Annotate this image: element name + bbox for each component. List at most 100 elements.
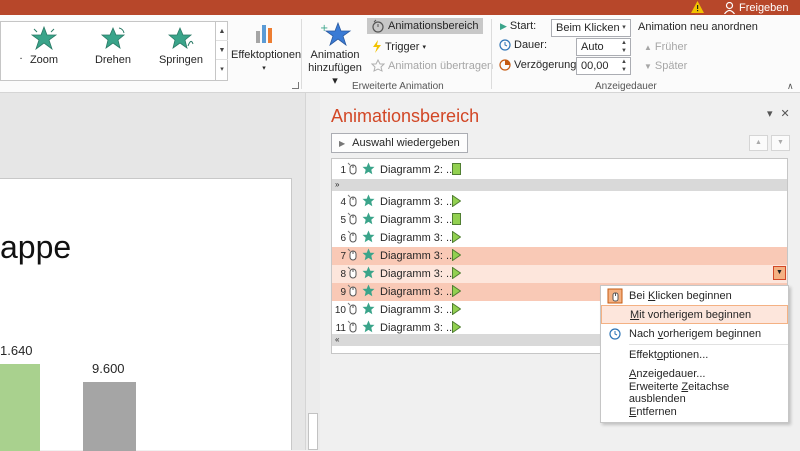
start-label: Start: xyxy=(509,20,537,32)
star-effect-icon xyxy=(362,212,375,225)
vertical-scrollbar[interactable] xyxy=(305,93,320,450)
spinner-icon[interactable]: ▲ ▼ xyxy=(618,39,630,55)
timeline-triangle-icon xyxy=(452,230,462,243)
scrollbar-thumb[interactable] xyxy=(308,413,318,450)
gallery-more-icon[interactable]: ▾ xyxy=(216,60,228,79)
animation-number: 9 xyxy=(340,286,346,298)
mouse-icon xyxy=(347,320,357,333)
mouse-icon xyxy=(347,248,357,261)
animation-gallery: . Zoom Drehen Springen ▲ ▼ ▾ xyxy=(0,21,228,81)
expand-icon[interactable]: » xyxy=(332,179,787,191)
animation-item[interactable]: 1 Diagramm 2: ... xyxy=(332,161,787,179)
slide-title[interactable]: appe xyxy=(0,229,71,266)
animation-painter-button[interactable]: Animation übertragen xyxy=(371,59,493,72)
dialog-launcher-icon[interactable] xyxy=(292,82,299,89)
duration-value: Auto xyxy=(581,41,604,53)
animation-number: 11 xyxy=(335,322,346,334)
add-animation-star-icon: + xyxy=(320,21,352,47)
effect-options-label: Effektoptionen xyxy=(231,49,302,61)
play-selection-label: Auswahl wiedergeben xyxy=(352,137,460,149)
animation-item[interactable]: 7 Diagramm 3: ... xyxy=(332,247,787,265)
play-icon: ▶ xyxy=(500,20,507,31)
duration-label-row: Dauer: xyxy=(499,39,547,51)
title-bar: Freigeben xyxy=(0,0,800,15)
star-effect-icon xyxy=(362,284,375,297)
mouse-icon xyxy=(347,302,357,315)
triangle-down-icon: ▼ xyxy=(644,61,652,71)
menu-item-with-previous[interactable]: Mit vorherigem beginnen xyxy=(601,305,788,324)
timeline-bar xyxy=(452,212,461,228)
animation-label: Diagramm 3: ... xyxy=(380,232,452,244)
share-label: Freigeben xyxy=(739,1,789,14)
menu-item-remove[interactable]: Entfernen xyxy=(601,402,788,421)
mouse-icon xyxy=(347,284,357,297)
duration-label: Dauer: xyxy=(514,39,548,51)
group-separator xyxy=(491,19,492,89)
slide-editor: appe 1.640 9.600 xyxy=(0,93,305,451)
move-up-button[interactable]: ▲ xyxy=(749,135,768,151)
effect-options-button[interactable]: Effektoptionen ▾ xyxy=(231,21,301,75)
gallery-down-icon[interactable]: ▼ xyxy=(216,41,228,60)
animation-label: Diagramm 3: ... xyxy=(380,196,452,208)
mouse-icon xyxy=(347,212,357,225)
share-button[interactable]: Freigeben xyxy=(718,0,795,15)
close-icon[interactable]: ✕ xyxy=(781,107,790,120)
animation-number: 10 xyxy=(334,304,346,316)
timeline-bar xyxy=(452,266,462,282)
animation-pane-icon xyxy=(372,19,384,33)
item-dropdown-icon[interactable]: ▼ xyxy=(773,266,786,280)
start-dropdown[interactable]: Beim Klicken ▾ xyxy=(551,19,631,37)
move-down-button[interactable]: ▼ xyxy=(771,135,790,151)
spinner-icon[interactable]: ▲ ▼ xyxy=(618,58,630,74)
animation-item[interactable]: 8 Diagramm 3: ... ▼ xyxy=(332,265,787,283)
move-earlier-button[interactable]: ▲ Früher xyxy=(644,41,687,53)
timeline-bar xyxy=(452,302,462,318)
clock-icon xyxy=(499,39,511,51)
timeline-bar xyxy=(452,162,461,178)
delay-input[interactable]: 00,00 ▲ ▼ xyxy=(576,57,631,75)
gallery-item-bounce[interactable]: Springen xyxy=(151,26,211,66)
trigger-button[interactable]: Trigger ▾ xyxy=(372,40,426,53)
start-value: Beim Klicken xyxy=(556,22,620,34)
play-selection-button[interactable]: ▶ Auswahl wiedergeben xyxy=(331,133,468,153)
menu-item-on-click[interactable]: Bei Klicken beginnen xyxy=(601,286,788,305)
bar-data-label: 9.600 xyxy=(92,361,125,376)
star-effect-icon xyxy=(362,266,375,279)
duration-input[interactable]: Auto ▲ ▼ xyxy=(576,38,631,56)
animation-pane-button[interactable]: Animationsbereich xyxy=(367,18,483,34)
animation-number: 6 xyxy=(340,232,346,244)
animation-label: Diagramm 3: ... xyxy=(380,286,452,298)
pane-title: Animationsbereich xyxy=(331,106,480,126)
animation-item[interactable]: 6 Diagramm 3: ... xyxy=(332,229,787,247)
menu-item-hide-timeline[interactable]: Erweiterte Zeitachse ausblenden xyxy=(601,381,788,405)
timeline-block-icon xyxy=(452,212,461,225)
chevron-down-icon[interactable]: ▾ xyxy=(618,20,630,36)
animation-item[interactable]: 5 Diagramm 3: ... xyxy=(332,211,787,229)
context-menu: Bei Klicken beginnen Mit vorherigem begi… xyxy=(600,285,789,423)
delay-value: 00,00 xyxy=(581,60,609,72)
move-later-button[interactable]: ▼ Später xyxy=(644,60,687,72)
delay-label: Verzögerung: xyxy=(514,59,580,71)
warning-icon[interactable] xyxy=(691,1,704,13)
animation-label: Diagramm 2: ... xyxy=(380,164,452,176)
menu-item-after-previous[interactable]: Nach vorherigem beginnen xyxy=(601,324,788,343)
chart-bar[interactable] xyxy=(83,382,136,451)
slide-canvas[interactable]: appe 1.640 9.600 xyxy=(0,178,292,451)
gallery-up-icon[interactable]: ▲ xyxy=(216,22,228,41)
add-animation-button[interactable]: + Animation hinzufügen ▾ xyxy=(306,21,364,88)
trigger-label: Trigger xyxy=(385,40,420,53)
chart-bar[interactable] xyxy=(0,364,40,451)
menu-item-effect-options[interactable]: Effektoptionen... xyxy=(601,345,788,364)
gallery-item-spin[interactable]: Drehen xyxy=(83,26,143,66)
pane-options-icon[interactable]: ▾ xyxy=(767,107,773,120)
animation-item[interactable]: 4 Diagramm 3: ... xyxy=(332,193,787,211)
star-effect-icon xyxy=(362,320,375,333)
gallery-item-zoom[interactable]: Zoom xyxy=(14,26,74,66)
timing-group-label: Anzeigedauer xyxy=(595,81,657,92)
mouse-icon xyxy=(347,230,357,243)
gallery-scroll[interactable]: ▲ ▼ ▾ xyxy=(215,22,228,80)
timeline-triangle-icon xyxy=(452,284,462,297)
clock-icon xyxy=(609,327,621,340)
collapse-ribbon-icon[interactable]: ∧ xyxy=(787,81,794,92)
animation-number: 7 xyxy=(340,250,346,262)
